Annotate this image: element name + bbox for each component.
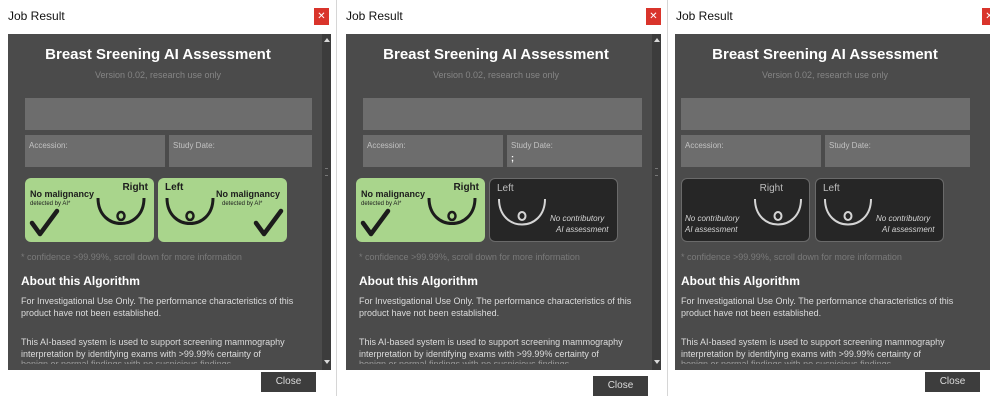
window-title: Job Result (676, 9, 733, 23)
study-date-value: ; (511, 153, 514, 163)
confidence-note: * confidence >99.99%, scroll down for mo… (681, 252, 902, 262)
patient-name-field (363, 98, 642, 130)
window-title: Job Result (8, 9, 65, 23)
right-result-text: No malignancy (30, 189, 95, 199)
left-side-label: Left (497, 183, 514, 194)
right-result-subtext: AI assessment (685, 225, 738, 234)
right-breast-card: Right No malignancy detected by AI* (25, 178, 154, 242)
study-date-field: Study Date: (825, 135, 970, 167)
results-panel: Breast Sreening AI Assessment Version 0.… (8, 34, 331, 370)
report-heading: Breast Sreening AI Assessment (712, 46, 938, 63)
about-heading: About this Algorithm (21, 274, 140, 288)
about-paragraph-1: For Investigational Use Only. The perfor… (21, 296, 294, 318)
scroll-up-icon[interactable] (324, 38, 330, 42)
study-date-label: Study Date: (829, 141, 871, 150)
confidence-note: * confidence >99.99%, scroll down for mo… (359, 252, 580, 262)
left-breast-card: Left No malignancy detected by AI* (158, 178, 287, 242)
close-button[interactable]: Close (261, 372, 316, 392)
close-button[interactable]: Close (593, 376, 648, 396)
job-result-window: Job Result ✕ Breast Sreening AI Assessme… (0, 0, 332, 396)
right-side-label: Right (759, 183, 783, 194)
left-side-label: Left (823, 183, 840, 194)
accession-field: Accession: (681, 135, 821, 167)
scroll-thumb[interactable] (655, 168, 658, 176)
right-side-label: Right (122, 182, 148, 193)
job-result-window: Job Result ✕ Breast Sreening AI Assessme… (338, 0, 663, 396)
scroll-up-icon[interactable] (654, 38, 660, 42)
accession-field: Accession: (363, 135, 503, 167)
left-result-text: No contributory (550, 214, 605, 223)
scrollbar[interactable] (322, 34, 331, 370)
scroll-down-icon[interactable] (324, 360, 330, 364)
right-result-text: No malignancy (361, 189, 426, 199)
patient-name-field (681, 98, 970, 130)
left-result-subtext: detected by AI* (222, 201, 263, 207)
about-paragraph-3: benign or normal findings with no suspic… (359, 359, 570, 364)
scroll-thumb[interactable] (325, 168, 328, 176)
about-paragraph-3: benign or normal findings with no suspic… (21, 359, 232, 364)
checkmark-icon (360, 208, 391, 237)
checkmark-icon (253, 208, 284, 237)
about-paragraph-2: This AI-based system is used to support … (21, 337, 285, 359)
study-date-label: Study Date: (511, 141, 553, 150)
close-icon[interactable]: ✕ (314, 8, 329, 25)
report-heading: Breast Sreening AI Assessment (45, 46, 271, 63)
job-result-window: Job Result ✕ Breast Sreening AI Assessme… (668, 0, 990, 396)
confidence-note: * confidence >99.99%, scroll down for mo… (21, 252, 242, 262)
study-date-field: Study Date: (169, 135, 312, 167)
right-breast-card: Right No contributory AI assessment (681, 178, 810, 242)
accession-field: Accession: (25, 135, 165, 167)
window-title: Job Result (346, 9, 403, 23)
report-heading: Breast Sreening AI Assessment (383, 46, 609, 63)
close-button[interactable]: Close (925, 372, 980, 392)
about-paragraph-1: For Investigational Use Only. The perfor… (359, 296, 632, 318)
patient-name-field (25, 98, 312, 130)
study-date-field: Study Date: ; (507, 135, 642, 167)
title-bar: Job Result ✕ (668, 0, 990, 34)
left-result-text: No malignancy (216, 189, 281, 199)
study-date-label: Study Date: (173, 141, 215, 150)
accession-label: Accession: (29, 141, 68, 150)
version-text: Version 0.02, research use only (432, 70, 560, 80)
about-paragraph-3: benign or normal findings with no suspic… (681, 359, 892, 364)
right-side-label: Right (453, 182, 479, 193)
right-breast-card: Right No malignancy detected by AI* (356, 178, 485, 242)
left-breast-card: Left No contributory AI assessment (489, 178, 618, 242)
left-result-text: No contributory (876, 214, 931, 223)
results-panel: Breast Sreening AI Assessment Version 0.… (675, 34, 990, 370)
title-bar: Job Result ✕ (338, 0, 663, 34)
results-panel: Breast Sreening AI Assessment Version 0.… (346, 34, 661, 370)
about-heading: About this Algorithm (681, 274, 800, 288)
right-result-text: No contributory (685, 214, 740, 223)
left-result-subtext: AI assessment (882, 225, 935, 234)
right-result-subtext: detected by AI* (30, 201, 71, 207)
close-icon[interactable]: ✕ (646, 8, 661, 25)
checkmark-icon (29, 208, 60, 237)
left-side-label: Left (165, 182, 184, 193)
accession-label: Accession: (685, 141, 724, 150)
accession-label: Accession: (367, 141, 406, 150)
about-paragraph-2: This AI-based system is used to support … (681, 337, 945, 359)
version-text: Version 0.02, research use only (761, 70, 889, 80)
title-bar: Job Result ✕ (0, 0, 332, 34)
close-icon[interactable]: ✕ (982, 8, 990, 25)
about-heading: About this Algorithm (359, 274, 478, 288)
scrollbar[interactable] (652, 34, 661, 370)
version-text: Version 0.02, research use only (94, 70, 222, 80)
about-paragraph-2: This AI-based system is used to support … (359, 337, 623, 359)
right-result-subtext: detected by AI* (361, 201, 402, 207)
about-paragraph-1: For Investigational Use Only. The perfor… (681, 296, 954, 318)
scroll-down-icon[interactable] (654, 360, 660, 364)
left-result-subtext: AI assessment (556, 225, 609, 234)
left-breast-card: Left No contributory AI assessment (815, 178, 944, 242)
divider (336, 0, 337, 396)
